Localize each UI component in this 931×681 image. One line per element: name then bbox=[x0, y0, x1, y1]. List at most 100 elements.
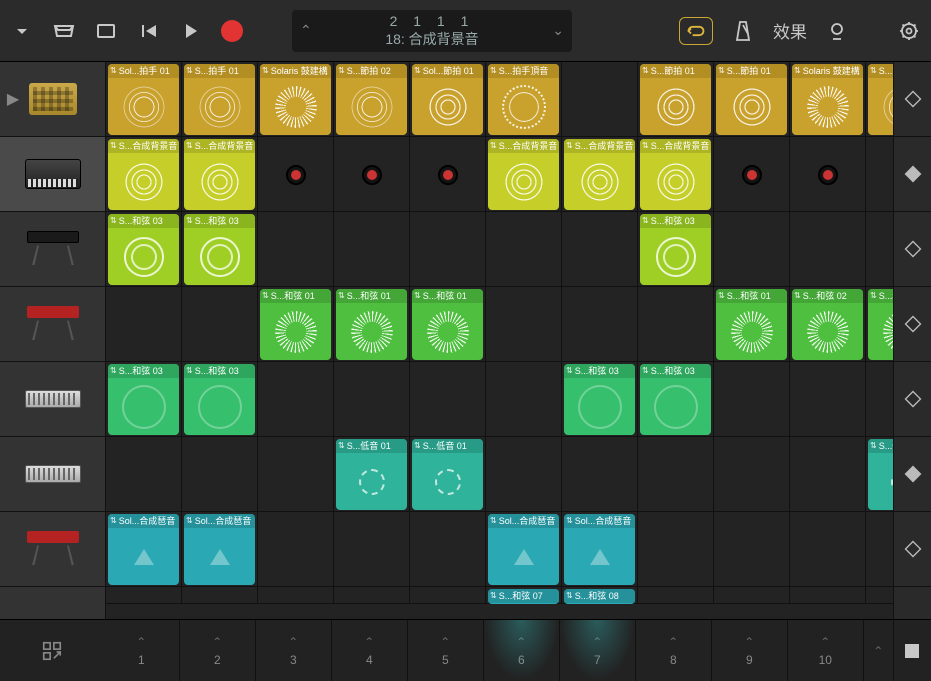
view-icon[interactable] bbox=[94, 19, 118, 43]
grid-slot[interactable] bbox=[486, 362, 562, 437]
empty-record-slot[interactable] bbox=[334, 137, 409, 212]
empty-record-slot[interactable] bbox=[258, 137, 333, 212]
grid-slot[interactable] bbox=[410, 512, 486, 587]
grid-slot[interactable]: S...合成背景音 bbox=[106, 137, 182, 212]
track-header-rack2[interactable]: ▶ bbox=[0, 437, 105, 512]
grid-slot[interactable]: S...和弦 08 bbox=[562, 587, 638, 604]
grid-slot[interactable] bbox=[258, 587, 334, 604]
grid-slot[interactable] bbox=[714, 512, 790, 587]
loop-cell[interactable]: S...和弦 07 bbox=[488, 589, 559, 604]
loop-cell[interactable]: S...和弦 01 bbox=[716, 289, 787, 360]
grid-slot[interactable] bbox=[106, 287, 182, 362]
grid-slot[interactable] bbox=[714, 362, 790, 437]
grid-slot[interactable] bbox=[334, 212, 410, 287]
grid-slot[interactable] bbox=[410, 587, 486, 604]
grid-slot[interactable]: Sol...合成琶音 bbox=[562, 512, 638, 587]
grid-slot[interactable] bbox=[638, 587, 714, 604]
loop-cell[interactable]: S...合成背景音 bbox=[488, 139, 559, 210]
scene-trigger-10[interactable]: ⌃10 bbox=[788, 620, 864, 681]
grid-slot[interactable] bbox=[334, 512, 410, 587]
grid-slot[interactable] bbox=[486, 212, 562, 287]
grid-slot[interactable]: S...和弦 01 bbox=[334, 287, 410, 362]
grid-slot[interactable] bbox=[714, 587, 790, 604]
grid-slot[interactable]: S...合成背景音 bbox=[486, 137, 562, 212]
grid-slot[interactable]: S...和弦 03 bbox=[182, 362, 258, 437]
loop-cell[interactable]: Sol...合成琶音 bbox=[184, 514, 255, 585]
record-button[interactable] bbox=[220, 19, 244, 43]
grid-slot[interactable]: Sol...合成琶音 bbox=[182, 512, 258, 587]
grid-slot[interactable]: S...和弦 03 bbox=[106, 362, 182, 437]
loop-cell[interactable]: S...和弦 08 bbox=[564, 589, 635, 604]
grid-slot[interactable] bbox=[638, 287, 714, 362]
grid-slot[interactable]: S...和弦 03 bbox=[638, 362, 714, 437]
grid-slot[interactable] bbox=[258, 362, 334, 437]
lcd-display[interactable]: ⌃ 2 1 1 1 18: 合成背景音 ⌄ bbox=[292, 10, 572, 52]
grid-slot[interactable]: Solaris 鼓建構 bbox=[790, 62, 866, 137]
grid-slot[interactable] bbox=[486, 287, 562, 362]
scene-trigger-8[interactable]: ⌃8 bbox=[636, 620, 712, 681]
grid-slot[interactable]: S...低音 02 bbox=[866, 437, 893, 512]
grid-slot[interactable]: S...和弦 02 bbox=[866, 287, 893, 362]
loop-cell[interactable]: S...節拍 02 bbox=[868, 64, 893, 135]
grid-slot[interactable] bbox=[562, 212, 638, 287]
loop-cell[interactable]: S...和弦 03 bbox=[640, 364, 711, 435]
grid-slot[interactable]: S...合成背景音 bbox=[562, 137, 638, 212]
rewind-icon[interactable] bbox=[136, 19, 160, 43]
automation-toggle[interactable] bbox=[894, 287, 931, 362]
grid-slot[interactable]: S...節拍 01 bbox=[714, 62, 790, 137]
track-header-keys-red[interactable]: ▶ bbox=[0, 287, 105, 362]
grid-slot[interactable]: Solaris 鼓建構 bbox=[258, 62, 334, 137]
scene-trigger-5[interactable]: ⌃5 bbox=[408, 620, 484, 681]
grid-slot[interactable] bbox=[866, 362, 893, 437]
grid-slot[interactable]: S...和弦 03 bbox=[182, 212, 258, 287]
empty-record-slot[interactable] bbox=[714, 137, 789, 212]
grid-slot[interactable] bbox=[410, 137, 486, 212]
loop-cell[interactable]: Solaris 鼓建構 bbox=[792, 64, 863, 135]
scene-trigger-3[interactable]: ⌃3 bbox=[256, 620, 332, 681]
fx-button[interactable]: 效果 bbox=[773, 18, 807, 43]
empty-record-slot[interactable] bbox=[866, 137, 893, 212]
automation-toggle[interactable] bbox=[894, 362, 931, 437]
automation-toggle[interactable] bbox=[894, 437, 931, 512]
menu-dropdown-icon[interactable] bbox=[10, 19, 34, 43]
loop-cell[interactable]: S...合成背景音 bbox=[184, 139, 255, 210]
play-icon[interactable] bbox=[178, 19, 202, 43]
lcd-prev-icon[interactable]: ⌃ bbox=[300, 22, 312, 39]
grid-slot[interactable] bbox=[334, 137, 410, 212]
grid-slot[interactable]: S...合成背景音 bbox=[638, 137, 714, 212]
grid-slot[interactable] bbox=[790, 587, 866, 604]
loop-cell[interactable]: S...和弦 01 bbox=[412, 289, 483, 360]
grid-slot[interactable] bbox=[182, 287, 258, 362]
loop-cell[interactable]: S...拍手頂音 bbox=[488, 64, 559, 135]
grid-slot[interactable]: Sol...合成琶音 bbox=[106, 512, 182, 587]
grid-slot[interactable]: S...拍手頂音 bbox=[486, 62, 562, 137]
loop-cell[interactable]: Sol...節拍 01 bbox=[412, 64, 483, 135]
grid-slot[interactable] bbox=[790, 137, 866, 212]
loop-cell[interactable]: S...節拍 01 bbox=[716, 64, 787, 135]
loop-cell[interactable]: S...和弦 03 bbox=[564, 364, 635, 435]
loop-cell[interactable]: S...和弦 03 bbox=[640, 214, 711, 285]
grid-slot[interactable] bbox=[258, 137, 334, 212]
grid-slot[interactable] bbox=[334, 362, 410, 437]
loop-cell[interactable]: Sol...拍手 01 bbox=[108, 64, 179, 135]
grid-slot[interactable] bbox=[866, 212, 893, 287]
track-header-keys-black[interactable]: ▶ bbox=[0, 212, 105, 287]
grid-slot[interactable]: S...節拍 02 bbox=[334, 62, 410, 137]
inbox-icon[interactable] bbox=[52, 19, 76, 43]
grid-slot[interactable] bbox=[866, 587, 893, 604]
grid-slot[interactable] bbox=[106, 437, 182, 512]
automation-toggle[interactable] bbox=[894, 62, 931, 137]
track-header-rack1[interactable]: ▶ bbox=[0, 362, 105, 437]
grid-edit-icon[interactable] bbox=[0, 620, 104, 681]
grid-slot[interactable] bbox=[638, 437, 714, 512]
grid-slot[interactable]: S...和弦 03 bbox=[106, 212, 182, 287]
grid-slot[interactable]: S...和弦 01 bbox=[258, 287, 334, 362]
loop-cell[interactable]: S...合成背景音 bbox=[108, 139, 179, 210]
grid-slot[interactable]: Sol...拍手 01 bbox=[106, 62, 182, 137]
loop-cell[interactable]: S...低音 01 bbox=[412, 439, 483, 510]
loop-cell[interactable]: Solaris 鼓建構 bbox=[260, 64, 331, 135]
scene-trigger-2[interactable]: ⌃2 bbox=[180, 620, 256, 681]
loop-cell[interactable]: S...和弦 03 bbox=[108, 364, 179, 435]
loop-cell[interactable]: S...節拍 01 bbox=[640, 64, 711, 135]
loop-cell[interactable]: S...和弦 03 bbox=[184, 364, 255, 435]
